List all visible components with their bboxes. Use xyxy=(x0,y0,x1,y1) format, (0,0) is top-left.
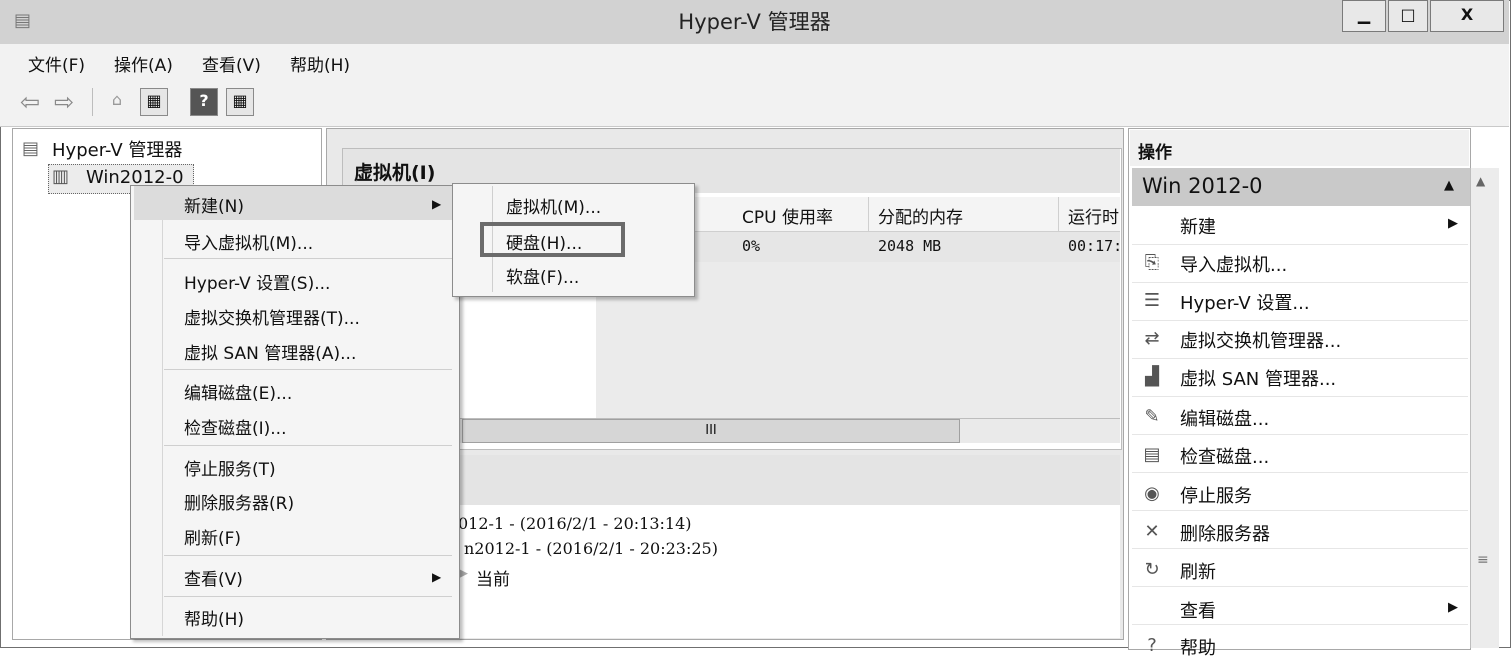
scrollbar-thumb[interactable]: III xyxy=(462,419,960,443)
column-uptime[interactable]: 运行时 xyxy=(1068,203,1119,228)
help-icon: ? xyxy=(1147,635,1157,656)
actions-title: 操作 xyxy=(1138,143,1172,163)
menu-separator xyxy=(164,596,452,597)
stop-icon: ◉ xyxy=(1144,483,1160,504)
back-icon[interactable]: ⇦ xyxy=(20,88,40,116)
inspect-disk-icon: ▤ xyxy=(1143,444,1161,465)
action-label: 编辑磁盘... xyxy=(1180,409,1270,430)
vertical-scrollbar[interactable] xyxy=(1470,168,1499,648)
vm-panel-title: 虚拟机(I) xyxy=(354,162,436,184)
submenu-arrow-icon: ▶ xyxy=(432,197,442,211)
action-label: 刷新 xyxy=(1180,562,1216,583)
context-menu-label: 新建(N) xyxy=(184,197,244,217)
action-pane-icon[interactable]: ▦ xyxy=(226,88,254,116)
column-divider xyxy=(1058,197,1059,231)
console-tree-icon[interactable]: ▦ xyxy=(140,88,168,116)
menu-separator xyxy=(164,555,452,556)
column-memory[interactable]: 分配的内存 xyxy=(878,203,963,228)
action-label: 新建 xyxy=(1180,217,1216,238)
context-menu-item-san-manager[interactable]: 虚拟 SAN 管理器(A)... xyxy=(184,339,356,364)
actions-title-bar xyxy=(1130,130,1469,166)
context-menu-item-import-vm[interactable]: 导入虚拟机(M)... xyxy=(184,229,313,254)
context-menu-item-edit-disk[interactable]: 编辑磁盘(E)... xyxy=(184,379,292,404)
context-menu-item-remove-server[interactable]: 删除服务器(R) xyxy=(184,489,294,514)
menu-separator xyxy=(164,258,452,259)
window-title: Hyper-V 管理器 xyxy=(678,10,831,34)
collapse-icon[interactable]: ▲ xyxy=(1444,178,1454,193)
action-label: 停止服务 xyxy=(1180,486,1252,507)
remove-icon: ✕ xyxy=(1144,521,1160,542)
action-label: 查看 xyxy=(1180,601,1216,622)
cell-cpu: 0% xyxy=(742,237,761,255)
submenu-arrow-icon: ▶ xyxy=(432,570,442,584)
submenu-arrow-icon: ▶ xyxy=(1448,216,1458,231)
action-label: 虚拟 SAN 管理器... xyxy=(1180,369,1337,390)
submenu-item-virtual-machine[interactable]: 虚拟机(M)... xyxy=(506,193,601,218)
actions-section-title: Win 2012-0 xyxy=(1142,174,1263,198)
menu-action[interactable]: 操作(A) xyxy=(114,51,173,76)
checkpoint-item[interactable]: n2012-1 - (2016/2/1 - 20:23:25) xyxy=(464,539,718,558)
context-menu-item-inspect-disk[interactable]: 检查磁盘(I)... xyxy=(184,414,287,439)
close-button[interactable]: X xyxy=(1430,0,1504,32)
cell-memory: 2048 MB xyxy=(878,237,942,255)
column-divider xyxy=(868,197,869,231)
maximize-button[interactable]: □ xyxy=(1388,0,1428,32)
san-icon: ▟ xyxy=(1145,366,1159,387)
action-label: 虚拟交换机管理器... xyxy=(1180,331,1342,352)
menu-help[interactable]: 帮助(H) xyxy=(290,51,350,76)
scroll-grip-icon[interactable]: ≡ xyxy=(1477,552,1489,568)
context-menu-gutter xyxy=(162,186,163,636)
highlight-box xyxy=(480,222,625,257)
action-label: 导入虚拟机... xyxy=(1180,255,1288,276)
settings-icon: ☰ xyxy=(1143,290,1161,311)
switch-icon: ⇄ xyxy=(1144,328,1160,349)
minimize-button[interactable]: ▁ xyxy=(1342,0,1386,32)
menu-view[interactable]: 查看(V) xyxy=(202,51,261,76)
action-label[interactable]: 帮助 xyxy=(1180,634,1216,660)
column-cpu[interactable]: CPU 使用率 xyxy=(742,203,833,228)
cell-uptime: 00:17: xyxy=(1068,237,1123,255)
context-menu-item-switch-manager[interactable]: 虚拟交换机管理器(T)... xyxy=(184,304,360,329)
checkpoint-current[interactable]: 当前 xyxy=(476,565,510,590)
context-menu-item-new[interactable] xyxy=(134,186,452,220)
context-menu-item-hyperv-settings[interactable]: Hyper-V 设置(S)... xyxy=(184,269,330,294)
action-label: 检查磁盘... xyxy=(1180,447,1270,468)
help-icon[interactable]: ? xyxy=(190,88,218,116)
submenu-item-floppy-disk[interactable]: 软盘(F)... xyxy=(506,263,579,288)
action-label: Hyper-V 设置... xyxy=(1180,293,1310,314)
refresh-icon: ↻ xyxy=(1144,559,1160,580)
server-icon: ▥ xyxy=(52,166,70,187)
menu-separator xyxy=(164,445,452,446)
tree-root[interactable]: Hyper-V 管理器 xyxy=(52,136,182,162)
forward-icon[interactable]: ⇨ xyxy=(54,88,74,116)
context-menu-item-view[interactable]: 查看(V) xyxy=(184,565,243,590)
submenu-arrow-icon: ▶ xyxy=(1448,600,1458,615)
menu-separator xyxy=(164,369,452,370)
context-menu-item-refresh[interactable]: 刷新(F) xyxy=(184,524,241,549)
up-icon[interactable]: ⌂ xyxy=(104,88,130,114)
action-label: 删除服务器 xyxy=(1180,524,1270,545)
scroll-up-icon[interactable]: ▲ xyxy=(1476,174,1485,188)
context-menu-item-stop-service[interactable]: 停止服务(T) xyxy=(184,455,276,480)
toolbar-separator xyxy=(92,88,93,116)
hyperv-manager-icon: ▤ xyxy=(22,138,40,159)
checkpoint-item[interactable]: 012-1 - (2016/2/1 - 20:13:14) xyxy=(458,514,691,533)
menu-file[interactable]: 文件(F) xyxy=(28,51,85,76)
context-menu-item-help[interactable]: 帮助(H) xyxy=(184,605,244,630)
edit-disk-icon: ✎ xyxy=(1144,406,1160,427)
import-icon: ⎘ xyxy=(1144,252,1160,273)
